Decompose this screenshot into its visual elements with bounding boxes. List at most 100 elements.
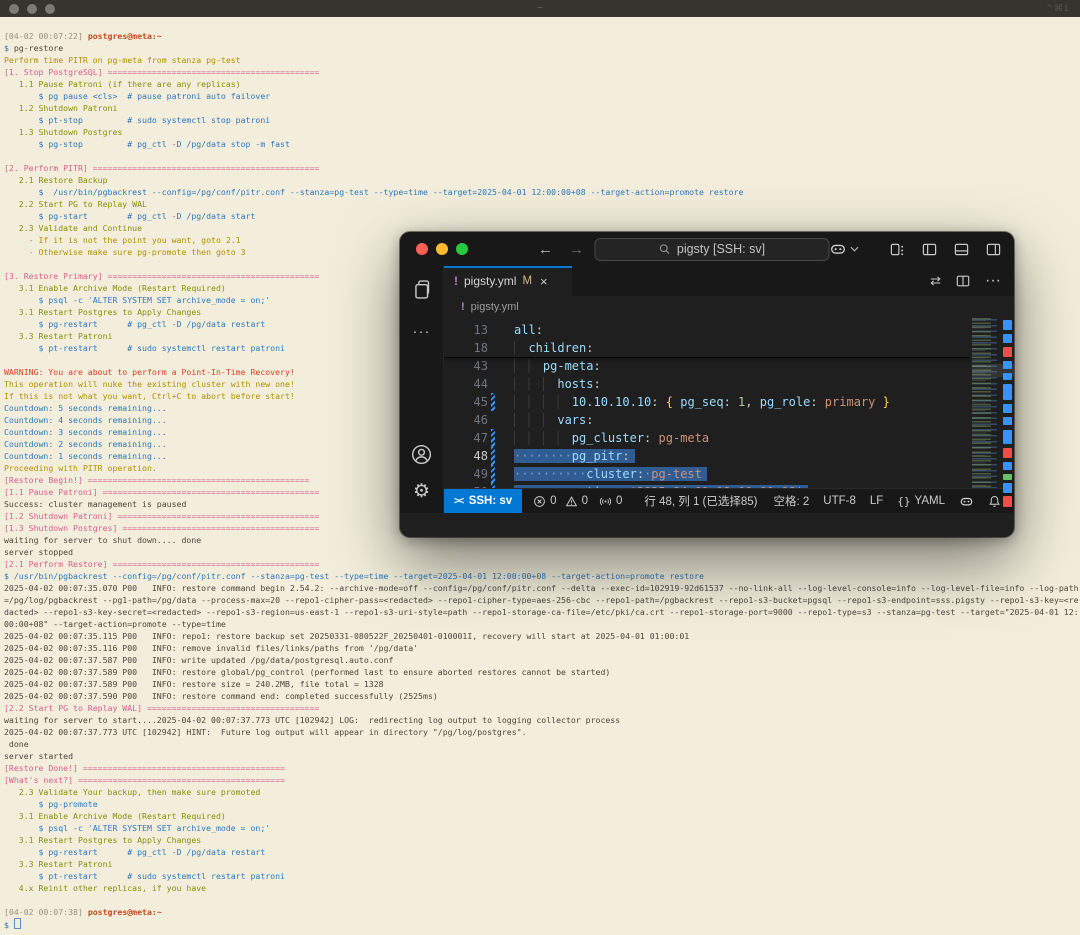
- terminal-line: waiting for server to start....2025-04-0…: [4, 715, 621, 725]
- status-bar: >< SSH: sv 0 0 0 行 48, 列 1 (已选择85) 空格: 2…: [444, 488, 1014, 513]
- modified-gutter-marker: [491, 393, 495, 411]
- toggle-primary-sidebar-icon[interactable]: [922, 242, 937, 257]
- terminal-line: 00:00+08" --target-action=promote --type…: [4, 619, 226, 629]
- terminal-line: 2025-04-02 00:07:35.070 P00 INFO: restor…: [4, 583, 1079, 593]
- account-icon[interactable]: [410, 443, 433, 466]
- customize-layout-icon[interactable]: [890, 242, 905, 257]
- code-line[interactable]: 47 pg_cluster: pg-meta: [444, 429, 970, 447]
- forward-button[interactable]: →: [569, 241, 584, 258]
- window-zoom-button[interactable]: [45, 3, 55, 14]
- command-center-label: pigsty [SSH: sv]: [676, 242, 766, 256]
- close-button[interactable]: [416, 243, 428, 255]
- bell-icon[interactable]: [988, 495, 1001, 508]
- code-line[interactable]: 50 ··········time:·'2025-04-01·12:00:00+0…: [444, 483, 970, 488]
- terminal-line: =/pg/log/pgbackrest --pg1-path=/pg/data …: [4, 595, 1079, 605]
- settings-gear-icon[interactable]: ⚙: [413, 482, 430, 501]
- problems-indicator[interactable]: 0 0: [533, 495, 588, 508]
- yaml-file-icon: !: [454, 274, 458, 288]
- line-number: 44: [473, 377, 488, 391]
- terminal-line: $ pg-start # pg_ctl -D /pg/data start: [4, 211, 256, 221]
- terminal-line: 2.2 Start PG to Replay WAL: [4, 199, 147, 209]
- broadcast-icon: [599, 497, 611, 505]
- warning-icon: [565, 495, 577, 506]
- gutter-spacer: [491, 357, 495, 375]
- sticky-scroll: 13 all: 18 children:: [444, 318, 970, 357]
- minimap[interactable]: [972, 318, 999, 488]
- editor-actions-more-icon[interactable]: ···: [985, 272, 1001, 290]
- command-center[interactable]: pigsty [SSH: sv]: [594, 237, 830, 261]
- line-number: 47: [473, 431, 488, 445]
- selection-highlight: ··········cluster:·pg-test: [514, 467, 707, 481]
- open-changes-icon[interactable]: ⇄: [930, 273, 941, 289]
- terminal-line: $ pg-restore: [4, 43, 64, 53]
- window-close-button[interactable]: [9, 3, 19, 14]
- code-editor[interactable]: 13 all: 18 children: 43 pg-meta: 44 hosts: 4…: [444, 318, 1014, 507]
- terminal-line: $ psql -c 'ALTER SYSTEM SET archive_mode…: [4, 823, 271, 833]
- eol-indicator[interactable]: LF: [870, 495, 883, 507]
- minimize-button[interactable]: [436, 243, 448, 255]
- code-line[interactable]: 18 children:: [444, 339, 970, 357]
- terminal-line: 2.1 Restore Backup: [4, 175, 108, 185]
- language-indicator[interactable]: {} YAML: [897, 495, 945, 508]
- tab-pigsty-yml[interactable]: ! pigsty.yml M ×: [444, 266, 572, 296]
- line-number: 48: [473, 449, 488, 463]
- terminal-line: 2025-04-02 00:07:37.773 UTC [102942] HIN…: [4, 727, 527, 737]
- selection-highlight: ········pg_pitr:: [514, 449, 635, 463]
- terminal-line: 3.3 Restart Patroni: [4, 859, 113, 869]
- copilot-menu[interactable]: [829, 240, 859, 258]
- explorer-icon[interactable]: [410, 278, 433, 301]
- encoding-indicator[interactable]: UTF-8: [823, 495, 856, 507]
- terminal-window-title: ~: [537, 3, 543, 14]
- terminal-line: [2.2 Start PG to Replay WAL] ===========…: [4, 703, 320, 713]
- terminal-line: 2025-04-02 00:07:35.115 P00 INFO: repo1:…: [4, 631, 690, 641]
- language-label: YAML: [914, 495, 945, 507]
- yaml-file-icon: !: [461, 301, 465, 313]
- tab-bar: ! pigsty.yml M × ⇄ ···: [444, 266, 1014, 296]
- code-line[interactable]: 43 pg-meta:: [444, 357, 970, 375]
- tab-close-icon[interactable]: ×: [540, 274, 548, 289]
- breadcrumb[interactable]: ! pigsty.yml: [444, 296, 1014, 318]
- breadcrumb-label: pigsty.yml: [470, 301, 519, 313]
- gutter-spacer: [491, 375, 495, 393]
- terminal-line: $ pg pause <cls> # pause patroni auto fa…: [4, 91, 271, 101]
- terminal-line: 2025-04-02 00:07:37.589 P00 INFO: restor…: [4, 667, 611, 677]
- line-number: 50: [444, 483, 488, 488]
- terminal-line: $ /usr/bin/pgbackrest --config=/pg/conf/…: [4, 571, 704, 581]
- line-number: 49: [473, 467, 488, 481]
- toggle-panel-icon[interactable]: [954, 242, 969, 257]
- more-views-icon[interactable]: ···: [413, 323, 431, 340]
- code-line[interactable]: 48 ········pg_pitr:: [444, 447, 970, 465]
- code-line[interactable]: 46 vars:: [444, 411, 970, 429]
- remote-indicator[interactable]: >< SSH: sv: [444, 489, 523, 513]
- terminal-line: [04-02 00:07:38] postgres@meta:~: [4, 907, 162, 917]
- ports-count: 0: [615, 495, 623, 507]
- terminal-line: done: [4, 739, 29, 749]
- back-button[interactable]: ←: [538, 241, 553, 258]
- terminal-line: $ pg-stop # pg_ctl -D /pg/data stop -m f…: [4, 139, 290, 149]
- copilot-status-icon[interactable]: [959, 494, 974, 509]
- terminal-line: dacted> --repo1-s3-key-secret=<redacted>…: [4, 607, 1079, 617]
- code-line[interactable]: 44 hosts:: [444, 375, 970, 393]
- maximize-button[interactable]: [456, 243, 468, 255]
- modified-gutter-marker: [491, 429, 495, 447]
- ports-indicator[interactable]: 0: [599, 495, 622, 508]
- terminal-line: 3.1 Restart Postgres to Apply Changes: [4, 835, 202, 845]
- code-line[interactable]: 49 ··········cluster:·pg-test: [444, 465, 970, 483]
- indentation-indicator[interactable]: 空格: 2: [773, 493, 809, 509]
- toggle-secondary-sidebar-icon[interactable]: [986, 242, 1001, 257]
- cursor-position[interactable]: 行 48, 列 1 (已选择85): [644, 493, 757, 509]
- gutter-spacer: [491, 411, 495, 429]
- code-line[interactable]: 13 all:: [444, 321, 970, 339]
- split-editor-icon[interactable]: [956, 274, 970, 288]
- terminal-line: $ pg-promote: [4, 799, 98, 809]
- window-minimize-button[interactable]: [27, 3, 37, 14]
- terminal-line: 3.1 Enable Archive Mode (Restart Require…: [4, 811, 226, 821]
- terminal-line: [2.1 Perform Restore] ==================…: [4, 559, 320, 569]
- terminal-line: server started: [4, 751, 74, 761]
- terminal-line: $ /usr/bin/pgbackrest --config=/pg/conf/…: [4, 187, 744, 197]
- code-line[interactable]: 45 10.10.10.10: { pg_seq: 1, pg_role: pr…: [444, 393, 970, 411]
- terminal-line: [1. Stop PostgreSQL] ===================…: [4, 67, 320, 77]
- braces-icon: {}: [897, 494, 911, 508]
- line-number: 46: [473, 413, 488, 427]
